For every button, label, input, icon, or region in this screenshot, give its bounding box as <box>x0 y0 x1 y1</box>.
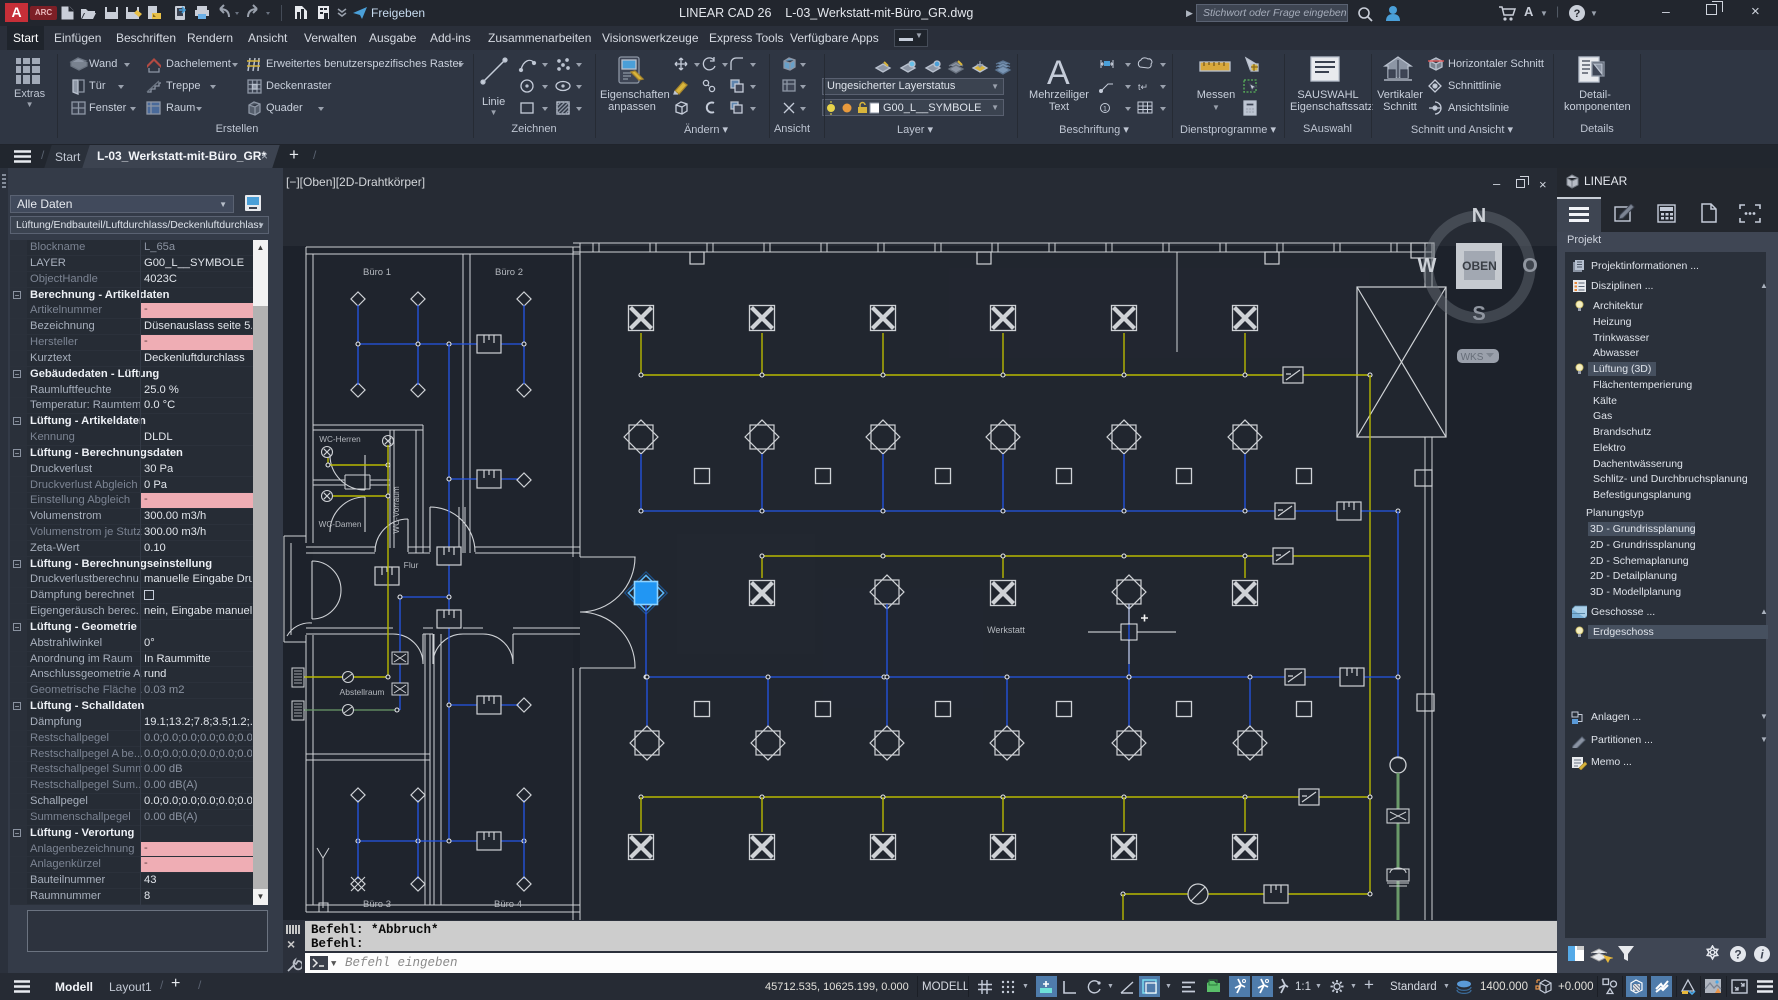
svg-text:Büro 4: Büro 4 <box>494 899 522 910</box>
svg-text:S: S <box>1472 303 1485 325</box>
svg-text:Büro 3: Büro 3 <box>363 899 391 910</box>
svg-text:Abstellraum: Abstellraum <box>340 687 385 697</box>
svg-text:Büro 1: Büro 1 <box>363 267 391 278</box>
svg-text:N: N <box>1472 205 1486 227</box>
svg-text:A: A <box>1047 54 1070 92</box>
svg-text:W: W <box>1418 255 1437 277</box>
svg-text:?: ? <box>1734 948 1741 962</box>
svg-text:WC-Damen: WC-Damen <box>319 520 362 529</box>
svg-text:WC-Herren: WC-Herren <box>319 435 361 444</box>
svg-text:Flur: Flur <box>404 560 419 570</box>
svg-text:WC-Vorraum: WC-Vorraum <box>392 486 401 533</box>
svg-text:Büro 2: Büro 2 <box>495 267 523 278</box>
svg-text:O: O <box>1522 255 1538 277</box>
svg-text:?: ? <box>1574 8 1581 20</box>
svg-text:t↵: t↵ <box>1138 82 1148 92</box>
svg-text:Werkstatt: Werkstatt <box>987 625 1025 635</box>
svg-text:1: 1 <box>1103 106 1107 113</box>
svg-text:OBEN: OBEN <box>1462 259 1497 273</box>
svg-text:WKS: WKS <box>1461 352 1484 363</box>
